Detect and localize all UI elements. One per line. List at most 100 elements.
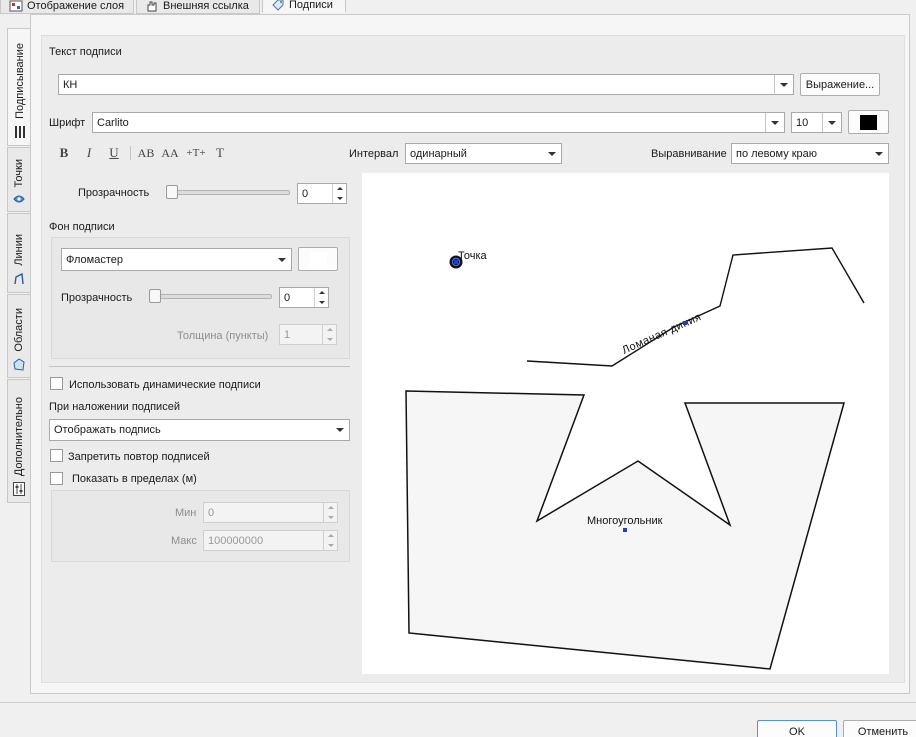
min-spinbox: 0: [203, 502, 338, 523]
side-tab-labeling[interactable]: Подписывание: [7, 28, 31, 146]
max-label: Макс: [171, 535, 197, 547]
side-tab-label: Дополнительно: [13, 396, 25, 476]
chevron-down-icon[interactable]: [542, 144, 561, 163]
font-combo[interactable]: Carlito: [92, 112, 785, 133]
transparency-spinbox[interactable]: 0: [297, 183, 347, 204]
alignment-value: по левому краю: [736, 147, 818, 160]
overlap-combo[interactable]: Отображать подпись: [49, 419, 350, 441]
ok-button[interactable]: OK: [757, 720, 837, 737]
background-color-button[interactable]: [298, 247, 338, 271]
side-tab-label: Области: [13, 308, 25, 352]
preview-line-anchor: [683, 321, 687, 325]
no-repeat-checkbox[interactable]: [50, 449, 63, 462]
side-tab-points[interactable]: Точки: [7, 147, 30, 212]
chevron-down-icon[interactable]: [822, 113, 841, 132]
label-preview: Точка Ломаная диния Многоугольник: [362, 173, 889, 674]
underline-button[interactable]: U: [106, 145, 122, 161]
line-shape-icon: [14, 272, 24, 285]
spin-arrows[interactable]: [314, 288, 328, 307]
side-tab-areas[interactable]: Области: [7, 294, 30, 378]
expression-button[interactable]: Выражение...: [800, 73, 880, 96]
text-style-button[interactable]: T: [213, 145, 227, 161]
min-value: 0: [208, 506, 215, 519]
font-size-combo[interactable]: 10: [791, 112, 842, 133]
spin-arrows[interactable]: [332, 184, 346, 203]
dynamic-labels-checkbox[interactable]: [50, 377, 63, 390]
uppercase-button[interactable]: AB: [137, 145, 155, 161]
thickness-label: Толщина (пункты): [177, 330, 269, 342]
spin-arrows: [322, 325, 336, 344]
point-marker-icon: [13, 195, 25, 203]
interval-label: Интервал: [349, 148, 399, 160]
font-label: Шрифт: [49, 117, 86, 129]
label-text-heading: Текст подписи: [49, 46, 122, 58]
tab-layer-display[interactable]: Отображение слоя: [0, 0, 134, 14]
alignment-combo[interactable]: по левому краю: [731, 143, 889, 164]
italic-icon: I: [86, 145, 92, 160]
show-within-checkbox[interactable]: [50, 472, 63, 485]
italic-button[interactable]: I: [81, 145, 97, 161]
spin-arrows: [323, 531, 337, 550]
label-tag-icon: [272, 0, 284, 11]
bold-icon: B: [59, 145, 69, 160]
font-color-button[interactable]: [848, 110, 889, 134]
color-swatch: [309, 251, 327, 267]
background-transparency-label: Прозрачность: [61, 292, 133, 304]
no-repeat-label: Запретить повтор подписей: [68, 451, 210, 463]
separator: [49, 366, 350, 367]
max-value: 100000000: [208, 534, 264, 547]
uppercase-icon: AB: [137, 145, 155, 160]
background-heading: Фон подписи: [49, 221, 115, 233]
thickness-spinbox: 1: [279, 324, 337, 345]
max-spinbox: 100000000: [203, 530, 338, 551]
label-text-combo[interactable]: КН: [58, 74, 794, 95]
letter-spacing-button[interactable]: +T+: [185, 145, 207, 161]
min-label: Мин: [175, 507, 197, 519]
chevron-down-icon[interactable]: [272, 249, 291, 270]
polygon-shape-icon: [13, 358, 25, 371]
sliders-icon: [13, 482, 25, 496]
side-tab-label: Подписывание: [13, 43, 26, 119]
bold-button[interactable]: B: [56, 145, 72, 161]
underline-icon: U: [109, 145, 119, 160]
list-lines-icon: [14, 126, 25, 138]
side-tab-advanced[interactable]: Дополнительно: [7, 379, 30, 503]
thickness-value: 1: [284, 328, 291, 341]
background-transparency-slider-track[interactable]: [150, 294, 272, 299]
tab-label: Отображение слоя: [27, 0, 125, 12]
tab-external-link[interactable]: Внешняя ссылка: [136, 0, 260, 14]
preview-point-label: Точка: [458, 250, 488, 262]
overlap-value: Отображать подпись: [54, 424, 161, 436]
side-tab-label: Линии: [13, 234, 25, 266]
background-transparency-value: 0: [284, 291, 291, 304]
side-tab-lines[interactable]: Линии: [7, 213, 30, 293]
background-style-combo[interactable]: Фломастер: [61, 248, 292, 271]
background-transparency-slider-handle[interactable]: [149, 289, 161, 303]
small-caps-icon: AA: [161, 145, 179, 160]
small-caps-button[interactable]: AA: [161, 145, 179, 161]
preview-polygon-anchor: [623, 528, 627, 532]
chevron-down-icon[interactable]: [774, 75, 793, 94]
transparency-slider-track[interactable]: [168, 190, 290, 195]
transparency-value: 0: [302, 187, 309, 200]
tab-labels[interactable]: Подписи: [262, 0, 346, 13]
chevron-down-icon[interactable]: [330, 420, 349, 440]
tab-label: Внешняя ссылка: [163, 0, 249, 12]
background-transparency-spinbox[interactable]: 0: [279, 287, 329, 308]
cancel-button[interactable]: Отменить: [843, 720, 916, 737]
ok-button-label: OK: [789, 726, 805, 737]
letter-spacing-icon: +T+: [186, 147, 206, 159]
show-within-label: Показать в пределах (м): [72, 473, 197, 485]
side-tab-label: Точки: [13, 158, 25, 187]
preview-polyline: [526, 247, 865, 367]
cancel-button-label: Отменить: [857, 726, 909, 737]
transparency-label: Прозрачность: [78, 187, 150, 199]
interval-combo[interactable]: одинарный: [405, 143, 562, 164]
font-size-value: 10: [796, 116, 809, 129]
chevron-down-icon[interactable]: [869, 144, 888, 163]
transparency-slider-handle[interactable]: [166, 185, 178, 199]
overlap-heading: При наложении подписей: [49, 401, 180, 413]
spin-arrows: [323, 503, 337, 522]
chevron-down-icon[interactable]: [765, 113, 784, 132]
layer-display-icon: [9, 0, 23, 11]
